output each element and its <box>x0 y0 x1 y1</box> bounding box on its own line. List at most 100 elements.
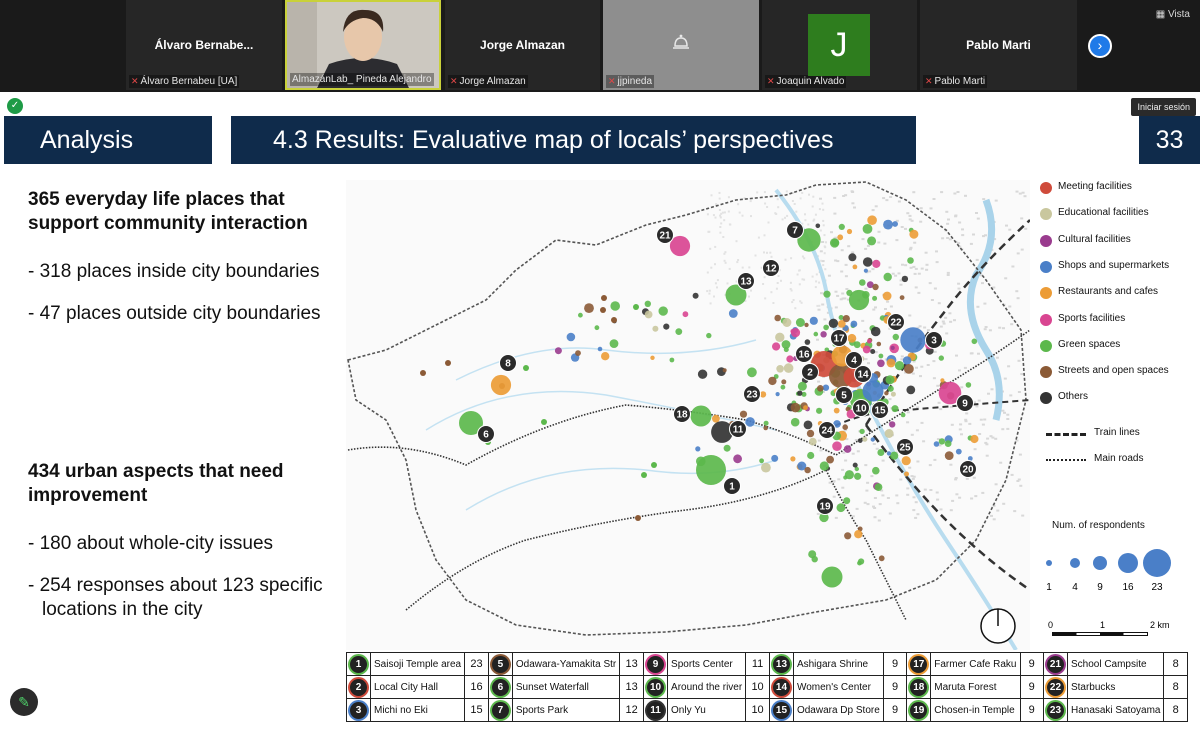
participant-video-tile[interactable]: AlmazánLab_ Pineda Alejandro <box>285 0 441 90</box>
major-place-point <box>696 455 726 485</box>
urban-texture <box>1015 190 1019 193</box>
urban-texture <box>908 214 912 217</box>
legend-label: Sports facilities <box>1058 312 1126 324</box>
place-point <box>850 320 858 328</box>
map-number-label: 23 <box>743 385 761 403</box>
next-participants-button[interactable]: › <box>1088 34 1112 58</box>
urban-texture <box>839 298 843 301</box>
participant-tile-alvaro[interactable]: Álvaro Bernabe... ✕ Álvaro Bernabeu [UA] <box>126 0 282 90</box>
place-point <box>836 503 846 513</box>
urban-texture <box>1015 290 1019 293</box>
legend-size-label: 23 <box>1151 582 1163 593</box>
place-point <box>652 325 659 332</box>
urban-texture <box>888 266 892 269</box>
urban-texture <box>973 448 977 451</box>
urban-texture <box>718 197 721 200</box>
urban-texture <box>851 515 855 518</box>
urban-texture <box>936 498 940 501</box>
urban-texture <box>763 191 766 194</box>
urban-texture <box>950 423 954 426</box>
urban-texture <box>719 226 722 228</box>
urban-texture <box>798 283 801 286</box>
map-number-label: 21 <box>656 226 674 244</box>
urban-texture <box>866 503 870 506</box>
urban-texture <box>772 302 775 304</box>
place-point <box>610 301 620 311</box>
urban-texture <box>804 219 807 222</box>
urban-texture <box>814 286 817 289</box>
place-point <box>541 419 547 425</box>
participant-label: ✕ Álvaro Bernabeu [UA] <box>129 75 240 88</box>
urban-texture <box>964 194 967 197</box>
legend-dot-icon <box>1040 234 1052 247</box>
legend-size-label: 9 <box>1097 582 1103 593</box>
security-shield-icon[interactable]: ✓ <box>7 98 23 114</box>
legend-label: Others <box>1058 391 1089 403</box>
place-point <box>870 349 876 354</box>
place-point <box>894 361 905 371</box>
urban-texture <box>946 237 950 239</box>
table-cell-number: 18 <box>906 675 932 699</box>
scale-label: 2 km <box>1150 620 1170 630</box>
place-point <box>822 384 830 391</box>
place-point <box>663 323 670 330</box>
urban-texture <box>926 329 930 332</box>
urban-texture <box>1008 305 1012 308</box>
location-number-badge: 17 <box>910 655 928 673</box>
urban-texture <box>881 459 885 462</box>
participant-tile-pablo[interactable]: Pablo Marti ✕ Pablo Marti <box>920 0 1077 90</box>
urban-texture <box>861 319 865 322</box>
urban-texture <box>737 259 740 261</box>
map-number-text: 12 <box>765 264 777 275</box>
meeting-room-icon <box>673 34 689 49</box>
legend-label: Educational facilities <box>1058 207 1149 219</box>
urban-texture <box>819 250 823 253</box>
urban-texture <box>915 366 918 369</box>
urban-texture <box>784 258 787 261</box>
place-point <box>832 441 842 452</box>
urban-texture <box>706 290 709 293</box>
annotate-pen-button[interactable]: ✎ <box>10 688 38 716</box>
place-point <box>889 421 896 428</box>
place-point <box>971 338 978 345</box>
urban-texture <box>841 468 845 471</box>
urban-texture <box>959 423 963 426</box>
urban-texture <box>941 320 945 323</box>
place-point <box>633 304 639 310</box>
urban-texture <box>804 213 806 216</box>
map-number-label: 18 <box>673 405 691 423</box>
place-point <box>820 331 827 338</box>
view-button[interactable]: ▦ Vista <box>1156 9 1190 20</box>
urban-texture <box>958 496 962 499</box>
urban-texture <box>889 196 893 198</box>
participant-tile-jjpineda[interactable]: ✕ jjpineda <box>603 0 759 90</box>
sign-in-button[interactable]: Iniciar sesión <box>1131 98 1196 116</box>
urban-texture <box>762 283 765 285</box>
map-number-label: 25 <box>896 438 914 456</box>
urban-texture <box>748 266 751 269</box>
legend-size-label: 16 <box>1122 582 1134 593</box>
participant-tile-jorge[interactable]: Jorge Almazan ✕ Jorge Almazan <box>445 0 600 90</box>
urban-texture <box>714 282 717 285</box>
place-point <box>808 550 817 559</box>
urban-texture <box>975 258 979 261</box>
map-number-label: 1 <box>723 477 741 495</box>
urban-texture <box>977 399 981 402</box>
location-number-badge: 5 <box>491 655 509 673</box>
place-point <box>863 268 869 273</box>
legend-dot-icon <box>1040 182 1052 194</box>
urban-texture <box>955 354 958 357</box>
urban-texture <box>877 230 881 233</box>
place-point <box>843 497 851 505</box>
map-number-text: 1 <box>729 482 735 493</box>
urban-texture <box>799 197 802 200</box>
map-number-label: 10 <box>852 399 870 417</box>
urban-texture <box>1019 484 1023 487</box>
location-number-badge: 14 <box>772 678 790 696</box>
place-point <box>797 390 803 396</box>
place-point <box>781 379 787 385</box>
place-point <box>831 238 840 247</box>
urban-texture <box>906 411 910 414</box>
urban-texture <box>913 241 917 244</box>
urban-texture <box>909 266 913 269</box>
